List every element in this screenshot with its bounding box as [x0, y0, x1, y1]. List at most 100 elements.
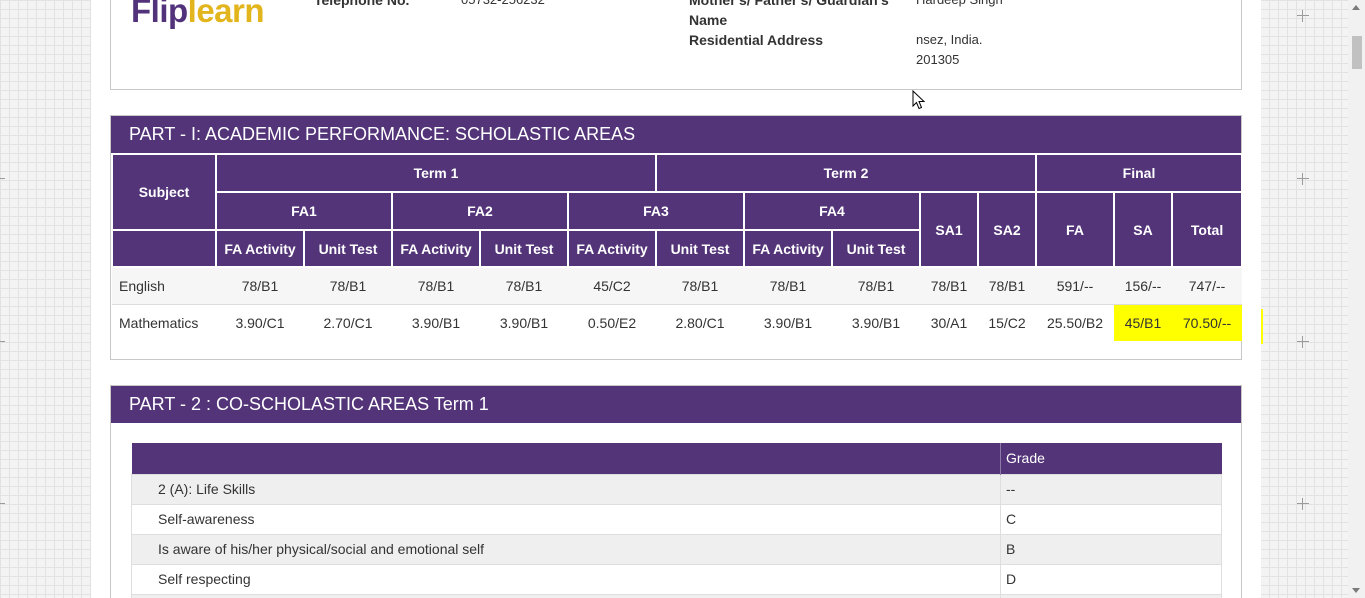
score-cell: 78/B1: [656, 267, 744, 305]
table-row: Mathematics 3.90/C1 2.70/C1 3.90/B1 3.90…: [112, 304, 1243, 341]
co-scholastic-areas-title: PART - 2 : CO-SCHOLASTIC AREAS Term 1: [111, 386, 1241, 423]
fa2-unit-test-header: Unit Test: [479, 229, 569, 268]
area-cell: Self-awareness: [131, 503, 1001, 535]
score-cell: 78/B1: [304, 267, 392, 305]
final-header: Final: [1034, 153, 1244, 193]
fliplearn-logo: Fliplearn: [131, 0, 265, 30]
score-cell: 30/A1: [930, 314, 968, 331]
fa4-activity-header: FA Activity: [743, 229, 833, 268]
score-cell: 3.90/C1: [235, 314, 285, 331]
score-cell: 747/--: [1172, 267, 1243, 305]
canvas-tick: [0, 178, 5, 179]
canvas-tick: [0, 341, 5, 342]
grade-cell: D: [1000, 563, 1222, 595]
empty-header-cell: [111, 229, 217, 268]
scholastic-areas-title: PART - I: ACADEMIC PERFORMANCE: SCHOLAST…: [111, 116, 1241, 153]
highlight-overflow: [1261, 309, 1263, 344]
report-card-page: Fliplearn Telephone No. 05732-256232 Mot…: [91, 0, 1261, 598]
guardian-label-line2: Name: [689, 12, 728, 28]
score-cell: 591/--: [1036, 267, 1114, 305]
fa4-unit-test-header: Unit Test: [831, 229, 921, 268]
highlighted-total-cell: 70.50/--: [1172, 304, 1243, 341]
area-cell: 2 (A): Life Skills: [131, 473, 1001, 505]
table-row: Self-awareness C: [131, 503, 1222, 535]
subject-header: Subject: [111, 153, 217, 231]
score-cell: 0.50/E2: [587, 314, 637, 331]
table-row: 2 (A): Life Skills --: [131, 473, 1222, 505]
highlighted-score-cell: 45/B1: [1114, 304, 1172, 341]
score-cell: 78/B1: [480, 267, 568, 305]
fa1-header: FA1: [215, 191, 393, 231]
fa3-unit-test-header: Unit Test: [655, 229, 745, 268]
logo-text-learn: learn: [187, 0, 265, 29]
scrollbar-thumb[interactable]: [1352, 36, 1362, 69]
fa4-header: FA4: [743, 191, 921, 231]
score-cell: 2.80/C1: [675, 314, 725, 331]
subject-cell: Mathematics: [119, 314, 199, 331]
logo-text-flip: Flip: [131, 0, 188, 29]
score-cell: 78/B1: [920, 267, 978, 305]
canvas-marker-icon: [1297, 10, 1309, 22]
student-info-card: Fliplearn Telephone No. 05732-256232 Mot…: [110, 0, 1242, 90]
address-line2: 201305: [916, 52, 960, 67]
scroll-up-arrow-icon[interactable]: [1352, 5, 1360, 10]
canvas-marker-icon: [1297, 336, 1309, 348]
grade-header: Grade: [1000, 443, 1222, 474]
fa1-unit-test-header: Unit Test: [303, 229, 393, 268]
score-cell: 25.50/B2: [1046, 314, 1104, 331]
co-scholastic-areas-panel: PART - 2 : CO-SCHOLASTIC AREAS Term 1 Gr…: [110, 385, 1242, 598]
table-row: [131, 593, 1222, 598]
guardian-name-value: Hardeep Singh: [916, 0, 1003, 10]
table-row: Is aware of his/her physical/social and …: [131, 533, 1222, 565]
canvas-marker-icon: [1297, 173, 1309, 185]
guardian-label-line1: Mother's/ Father's/ Guardian's: [689, 0, 889, 8]
score-cell: 2.70/C1: [323, 314, 373, 331]
telephone-value: 05732-256232: [461, 0, 545, 10]
fa1-activity-header: FA Activity: [215, 229, 305, 268]
mouse-pointer-icon: [912, 90, 926, 110]
grade-cell: [1000, 593, 1222, 598]
subject-cell: English: [112, 267, 216, 305]
score-cell: 78/B1: [392, 267, 480, 305]
final-fa-header: FA: [1035, 191, 1115, 268]
telephone-label: Telephone No.: [314, 0, 410, 8]
area-cell: Is aware of his/her physical/social and …: [131, 533, 1001, 565]
table-row: English 78/B1 78/B1 78/B1 78/B1 45/C2 78…: [112, 267, 1243, 305]
fa2-header: FA2: [391, 191, 569, 231]
score-cell: 3.90/B1: [851, 314, 901, 331]
co-scholastic-table: Grade 2 (A): Life Skills -- Self-awarene…: [131, 443, 1222, 598]
vertical-scrollbar[interactable]: [1348, 0, 1365, 598]
total-header: Total: [1170, 191, 1244, 268]
score-cell: 78/B1: [744, 267, 832, 305]
score-cell: 3.90/B1: [499, 314, 549, 331]
term1-header: Term 1: [215, 153, 657, 193]
grade-cell: --: [1000, 473, 1222, 505]
table-row: Self respecting D: [131, 563, 1222, 595]
canvas-tick: [0, 503, 5, 504]
scroll-down-arrow-icon[interactable]: [1352, 588, 1360, 593]
sa2-header: SA2: [977, 191, 1037, 268]
score-cell: 78/B1: [832, 267, 920, 305]
fa2-activity-header: FA Activity: [391, 229, 481, 268]
fa3-header: FA3: [567, 191, 745, 231]
score-cell: 3.90/B1: [411, 314, 461, 331]
area-cell: [131, 593, 1001, 598]
score-cell: 156/--: [1114, 267, 1172, 305]
scholastic-areas-panel: PART - I: ACADEMIC PERFORMANCE: SCHOLAST…: [110, 115, 1244, 360]
score-cell: 45/C2: [568, 267, 656, 305]
score-cell: 78/B1: [216, 267, 304, 305]
area-header: [131, 443, 1001, 474]
final-sa-header: SA: [1113, 191, 1173, 268]
sa1-header: SA1: [919, 191, 979, 268]
grade-cell: C: [1000, 503, 1222, 535]
address-label: Residential Address: [689, 32, 824, 48]
scholastic-performance-table: Subject Term 1 Term 2 Final FA1 FA2 FA3 …: [111, 153, 1244, 341]
score-cell: 15/C2: [988, 314, 1026, 331]
score-cell: 3.90/B1: [763, 314, 813, 331]
fa3-activity-header: FA Activity: [567, 229, 657, 268]
score-cell: 78/B1: [978, 267, 1036, 305]
canvas-marker-icon: [1297, 498, 1309, 510]
term2-header: Term 2: [655, 153, 1037, 193]
grade-cell: B: [1000, 533, 1222, 565]
address-line1: nsez, India.: [916, 32, 983, 47]
